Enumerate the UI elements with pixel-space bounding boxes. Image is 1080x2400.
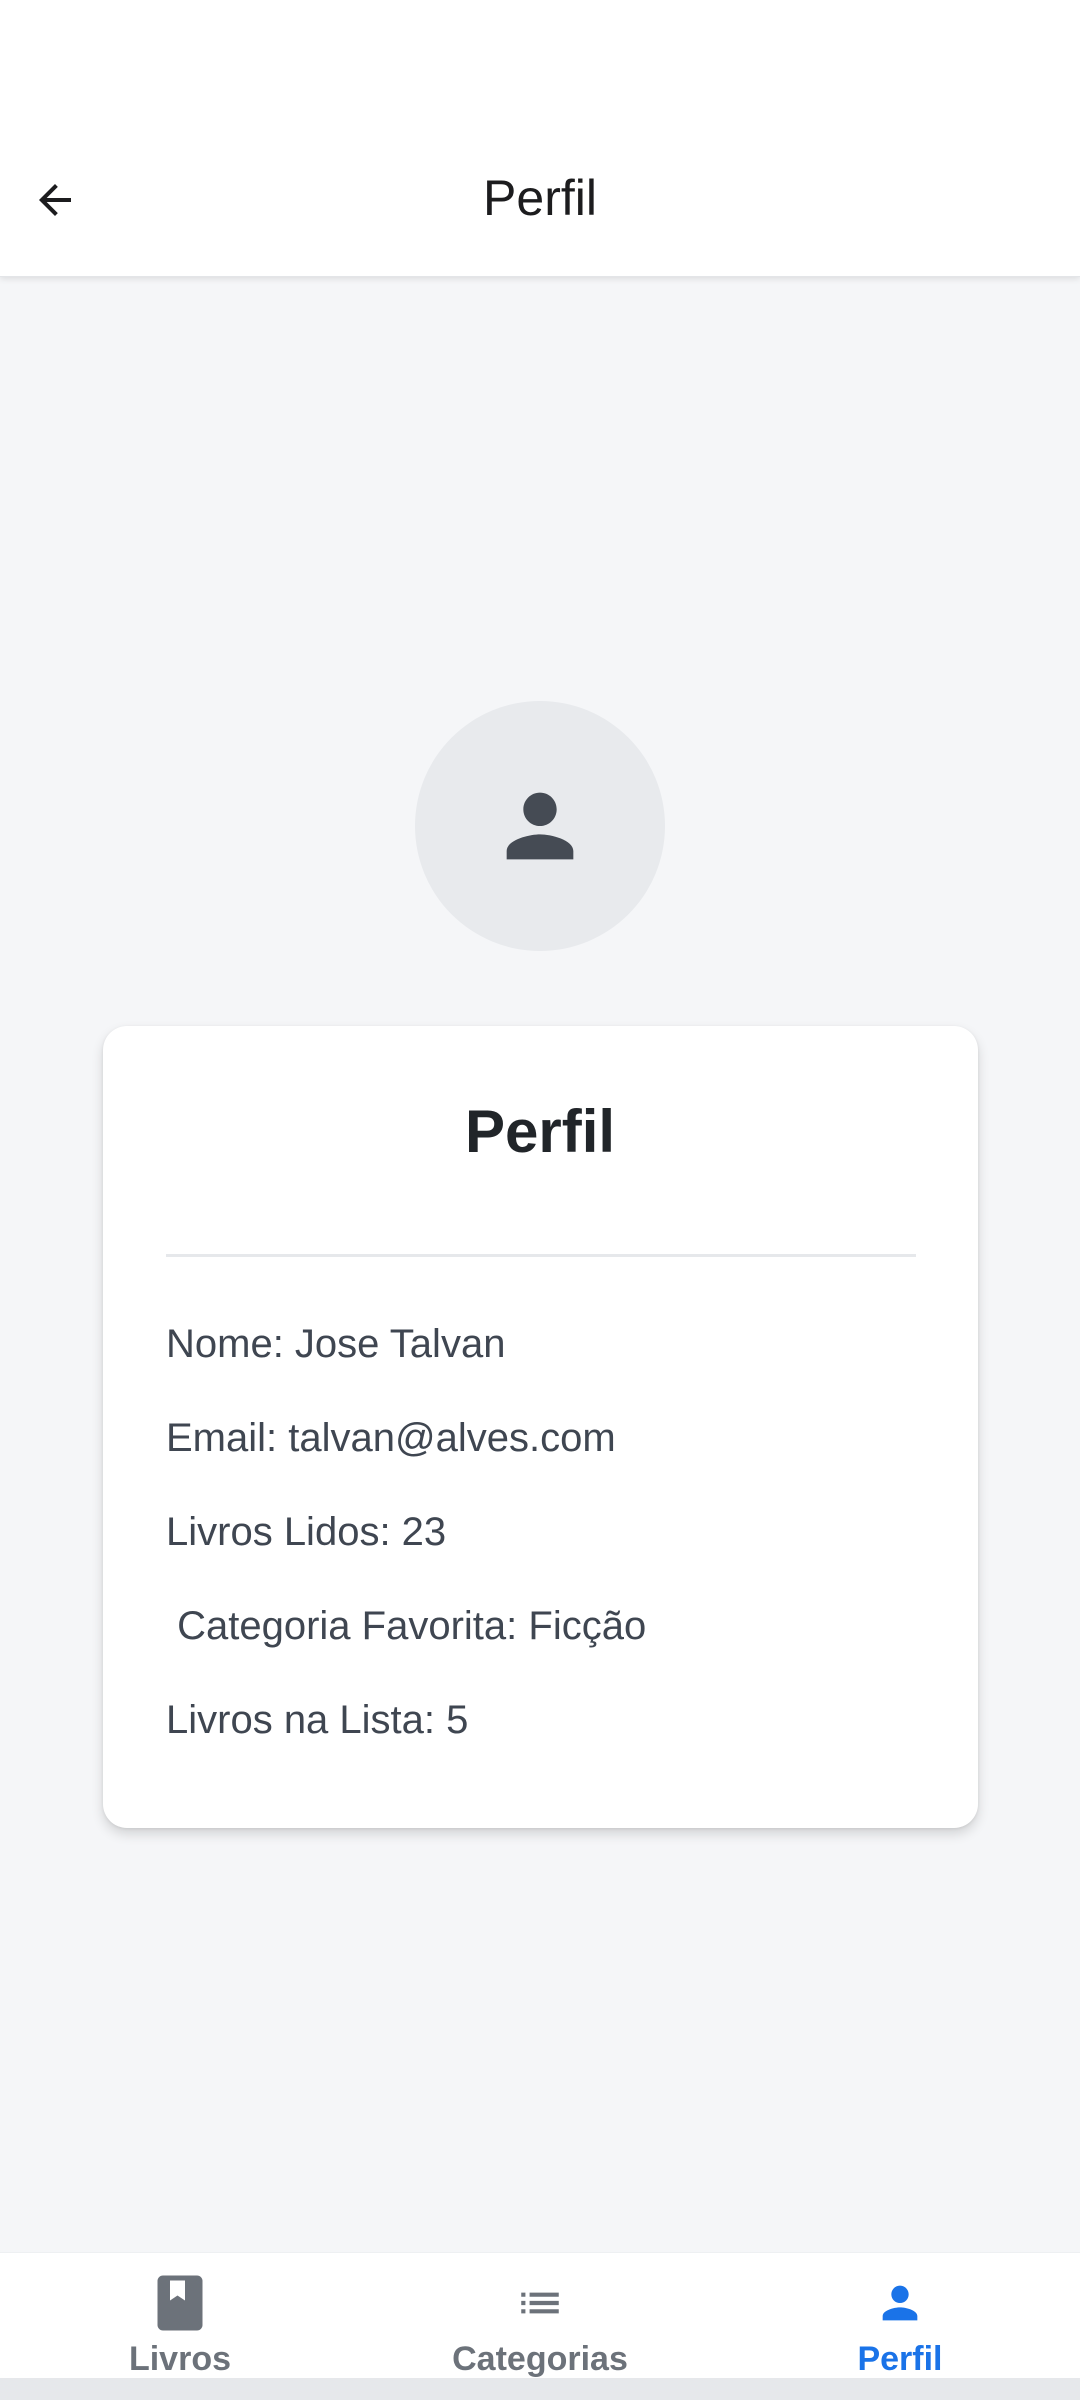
nav-item-livros[interactable]: Livros [30, 2253, 330, 2379]
card-title: Perfil [464, 1098, 616, 1165]
nav-item-perfil[interactable]: Perfil [750, 2253, 1050, 2379]
person-icon [506, 792, 574, 860]
divider [166, 1254, 916, 1257]
person-icon [870, 2275, 930, 2331]
books-read-field: Livros Lidos: 23 [166, 1510, 447, 1554]
nav-label-livros: Livros [128, 2340, 232, 2378]
books-in-list-field: Livros na Lista: 5 [166, 1698, 469, 1742]
book-icon [150, 2275, 210, 2331]
bottom-navigation: Livros Categorias Perfil [0, 2252, 1080, 2378]
profile-screen: Perfil Perfil Nome: Jose Talvan Email: t… [0, 0, 1080, 2400]
name-field: Nome: Jose Talvan [166, 1322, 506, 1366]
nav-item-categorias[interactable]: Categorias [390, 2253, 690, 2379]
avatar [415, 701, 665, 951]
list-icon [510, 2275, 570, 2331]
nav-label-categorias: Categorias [452, 2340, 628, 2378]
header-title: Perfil [483, 170, 597, 226]
nav-label-perfil: Perfil [857, 2340, 943, 2378]
system-gesture-bar [0, 2378, 1080, 2400]
favorite-category-field: Categoria Favorita: Ficção [166, 1604, 647, 1648]
email-field: Email: talvan@alves.com [166, 1416, 616, 1460]
app-header: Perfil [0, 0, 1080, 277]
